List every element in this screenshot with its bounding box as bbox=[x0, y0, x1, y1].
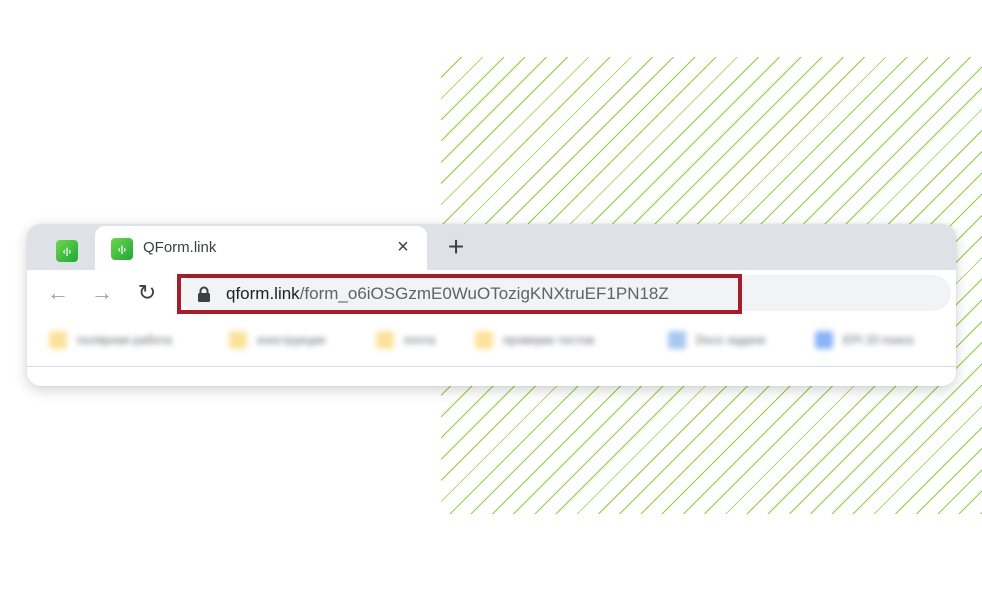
url-path: /form_o6iOSGzmE0WuOTozigKNXtruEF1PN18Z bbox=[299, 284, 669, 303]
bookmark-item[interactable]: Docs задачи bbox=[668, 330, 765, 350]
new-tab-plus-icon[interactable]: + bbox=[443, 233, 469, 261]
folder-icon bbox=[475, 331, 493, 349]
toolbar: ← → ↻ qform.link/form_o6iOSGzmE0WuOTozig… bbox=[27, 270, 956, 316]
qform-favicon-icon: ‹|› bbox=[56, 240, 78, 262]
bookmark-item[interactable]: полярная работа bbox=[49, 330, 172, 350]
bookmark-label: Docs задачи bbox=[696, 333, 766, 347]
tab-inactive[interactable]: ‹|› bbox=[41, 232, 93, 270]
bookmark-label: полярная работа bbox=[77, 333, 172, 347]
tab-active[interactable]: ‹|› QForm.link × bbox=[95, 226, 427, 270]
bookmark-label: конструкции bbox=[257, 333, 326, 347]
docs-icon bbox=[668, 331, 686, 349]
bookmarks-bar: полярная работа конструкции почта провер… bbox=[27, 316, 956, 367]
back-arrow-icon[interactable]: ← bbox=[45, 280, 71, 306]
page-content bbox=[27, 367, 956, 386]
bookmark-site-icon bbox=[815, 331, 833, 349]
bookmark-item[interactable]: почта bbox=[376, 330, 435, 350]
close-icon[interactable]: × bbox=[391, 235, 415, 259]
bookmark-label: почта bbox=[404, 333, 436, 347]
bookmark-item[interactable]: конструкции bbox=[229, 330, 325, 350]
folder-icon bbox=[49, 331, 67, 349]
tab-strip: ‹|› ‹|› QForm.link × + bbox=[27, 224, 956, 270]
bookmark-item[interactable]: EPI 20 поиск bbox=[815, 330, 913, 350]
forward-arrow-icon[interactable]: → bbox=[89, 280, 115, 306]
lock-icon bbox=[198, 286, 210, 302]
bookmark-item[interactable]: проверки тестов bbox=[475, 330, 594, 350]
tab-title: QForm.link bbox=[143, 239, 217, 256]
qform-favicon-icon: ‹|› bbox=[111, 238, 133, 260]
bookmark-label: проверки тестов bbox=[503, 333, 595, 347]
browser-window: ‹|› ‹|› QForm.link × + ← → ↻ qform.link/… bbox=[27, 224, 956, 386]
reload-icon[interactable]: ↻ bbox=[134, 280, 160, 306]
url-domain: qform.link bbox=[226, 284, 300, 303]
folder-icon bbox=[229, 331, 247, 349]
folder-icon bbox=[376, 331, 394, 349]
address-url[interactable]: qform.link/form_o6iOSGzmE0WuOTozigKNXtru… bbox=[226, 284, 669, 304]
bookmark-label: EPI 20 поиск bbox=[843, 333, 914, 347]
